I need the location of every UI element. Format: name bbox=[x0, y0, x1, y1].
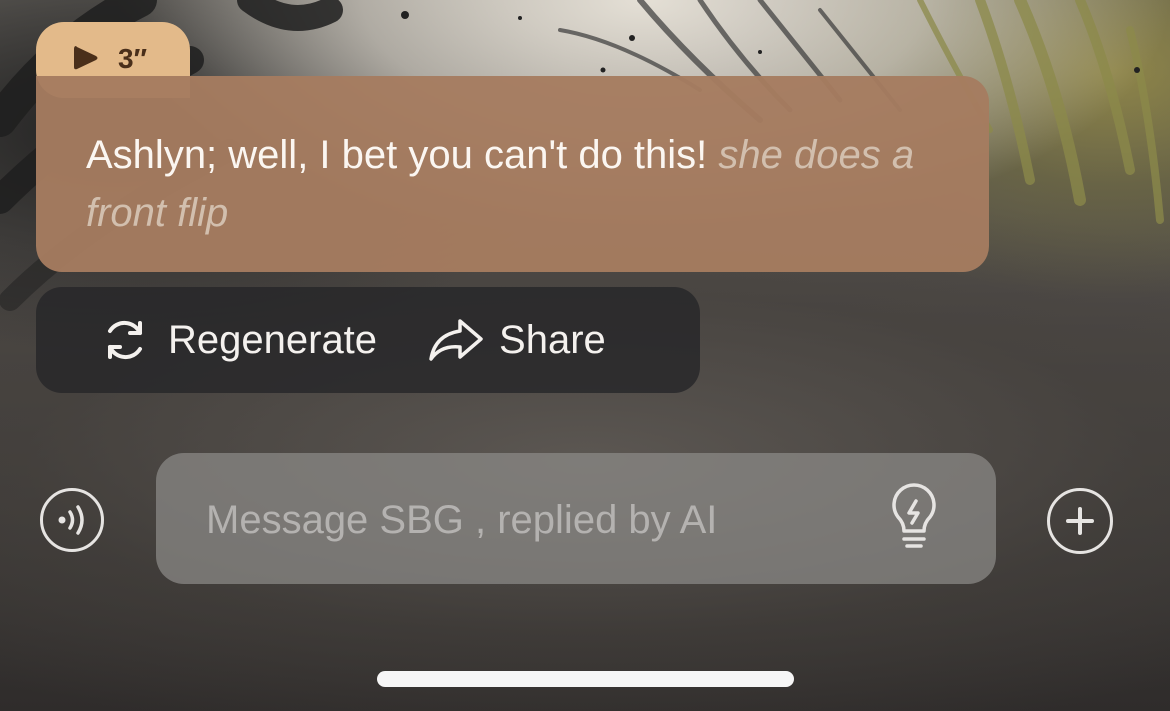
share-label: Share bbox=[499, 317, 606, 362]
add-attachment-button[interactable] bbox=[1047, 488, 1113, 554]
plus-icon bbox=[1066, 507, 1094, 535]
ai-message-bubble: Ashlyn; well, I bet you can't do this! s… bbox=[36, 76, 989, 272]
message-input[interactable] bbox=[204, 489, 848, 551]
home-indicator[interactable] bbox=[377, 671, 794, 687]
play-icon bbox=[74, 46, 98, 70]
lightbulb-icon bbox=[892, 483, 936, 548]
suggestion-button[interactable] bbox=[882, 483, 946, 555]
message-speech: Ashlyn; well, I bet you can't do this! bbox=[86, 133, 708, 177]
refresh-icon bbox=[108, 320, 142, 360]
voice-wave-icon bbox=[58, 505, 84, 535]
voice-duration: 3″ bbox=[118, 43, 147, 74]
message-actions-bar: Regenerate Share bbox=[36, 287, 700, 393]
message-composer bbox=[156, 453, 996, 584]
share-button[interactable]: Share bbox=[427, 310, 606, 370]
regenerate-label: Regenerate bbox=[168, 317, 378, 362]
regenerate-button[interactable]: Regenerate bbox=[100, 310, 377, 370]
share-arrow-icon bbox=[429, 319, 483, 361]
voice-input-button[interactable] bbox=[40, 488, 104, 552]
